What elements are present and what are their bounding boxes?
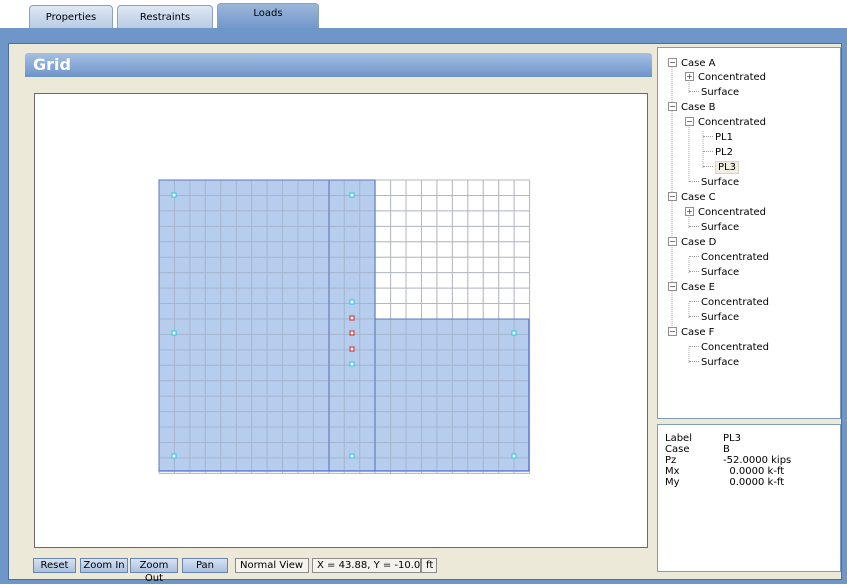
point-load-node[interactable] bbox=[349, 315, 355, 321]
tab-properties[interactable]: Properties bbox=[29, 5, 113, 28]
support-node[interactable] bbox=[171, 330, 177, 336]
zoom-in-button[interactable]: Zoom In bbox=[80, 558, 128, 573]
tree-node-case-e[interactable]: − Case E bbox=[668, 280, 715, 295]
tree-node-case-f-surface[interactable]: Surface bbox=[689, 355, 739, 370]
reset-button[interactable]: Reset bbox=[33, 558, 76, 573]
tree-node-case-d-concentrated[interactable]: Concentrated bbox=[689, 250, 769, 265]
support-node[interactable] bbox=[171, 453, 177, 459]
tree-node-case-c-surface[interactable]: Surface bbox=[689, 220, 739, 235]
selected-node-label: PL3 bbox=[715, 161, 739, 174]
tree-node-case-a-concentrated[interactable]: + Concentrated bbox=[685, 70, 766, 85]
support-node[interactable] bbox=[349, 192, 355, 198]
collapse-icon[interactable]: − bbox=[668, 327, 677, 336]
grid-panel-title: Grid bbox=[33, 55, 71, 74]
tree-node-case-e-surface[interactable]: Surface bbox=[689, 310, 739, 325]
unit-display: ft bbox=[421, 558, 437, 573]
tab-strip: Properties Restraints Loads bbox=[0, 0, 847, 30]
tree-node-case-d[interactable]: − Case D bbox=[668, 235, 716, 250]
support-node[interactable] bbox=[171, 192, 177, 198]
support-node[interactable] bbox=[349, 453, 355, 459]
support-node[interactable] bbox=[511, 453, 517, 459]
collapse-icon[interactable]: − bbox=[668, 237, 677, 246]
zoom-out-button[interactable]: Zoom Out bbox=[130, 558, 178, 584]
support-node[interactable] bbox=[511, 330, 517, 336]
collapse-icon[interactable]: − bbox=[668, 282, 677, 291]
tree-node-case-c[interactable]: − Case C bbox=[668, 190, 716, 205]
grid-drawing[interactable] bbox=[35, 94, 647, 547]
tree-node-case-a[interactable]: − Case A bbox=[668, 56, 716, 71]
load-case-tree[interactable]: − Case A + Concentrated Surface − Case B − C… bbox=[657, 47, 841, 419]
view-mode-display: Normal View bbox=[235, 558, 309, 573]
support-node[interactable] bbox=[349, 299, 355, 305]
tree-node-case-f-concentrated[interactable]: Concentrated bbox=[689, 340, 769, 355]
tree-node-pl1[interactable]: PL1 bbox=[703, 130, 733, 145]
tab-band bbox=[0, 28, 847, 40]
tree-node-case-c-concentrated[interactable]: + Concentrated bbox=[685, 205, 766, 220]
expand-icon[interactable]: + bbox=[685, 207, 694, 216]
tree-node-case-b[interactable]: − Case B bbox=[668, 100, 716, 115]
grid-canvas[interactable] bbox=[34, 93, 648, 548]
tree-node-case-a-surface[interactable]: Surface bbox=[689, 85, 739, 100]
point-load-node[interactable] bbox=[349, 330, 355, 336]
tree-node-case-b-surface[interactable]: Surface bbox=[689, 175, 739, 190]
load-properties-panel: Label PL3 Case B Pz -52.0000 kips Mx 0.0000… bbox=[657, 424, 841, 572]
grid-panel-header: Grid bbox=[25, 53, 652, 77]
expand-icon[interactable]: + bbox=[685, 72, 694, 81]
collapse-icon[interactable]: − bbox=[668, 58, 677, 67]
tree-node-case-b-concentrated[interactable]: − Concentrated bbox=[685, 115, 766, 130]
tree-node-case-d-surface[interactable]: Surface bbox=[689, 265, 739, 280]
pan-button[interactable]: Pan bbox=[182, 558, 228, 573]
coordinate-readout: X = 43.88, Y = -10.02 bbox=[312, 558, 427, 573]
tree-node-case-e-concentrated[interactable]: Concentrated bbox=[689, 295, 769, 310]
support-node[interactable] bbox=[349, 361, 355, 367]
collapse-icon[interactable]: − bbox=[668, 192, 677, 201]
point-load-node[interactable] bbox=[349, 346, 355, 352]
tree-node-case-f[interactable]: − Case F bbox=[668, 325, 714, 340]
tab-loads[interactable]: Loads bbox=[217, 3, 319, 30]
tree-node-pl2[interactable]: PL2 bbox=[703, 145, 733, 160]
tree-node-pl3[interactable]: PL3 bbox=[703, 160, 739, 175]
collapse-icon[interactable]: − bbox=[685, 117, 694, 126]
collapse-icon[interactable]: − bbox=[668, 102, 677, 111]
tab-restraints[interactable]: Restraints bbox=[117, 5, 213, 28]
